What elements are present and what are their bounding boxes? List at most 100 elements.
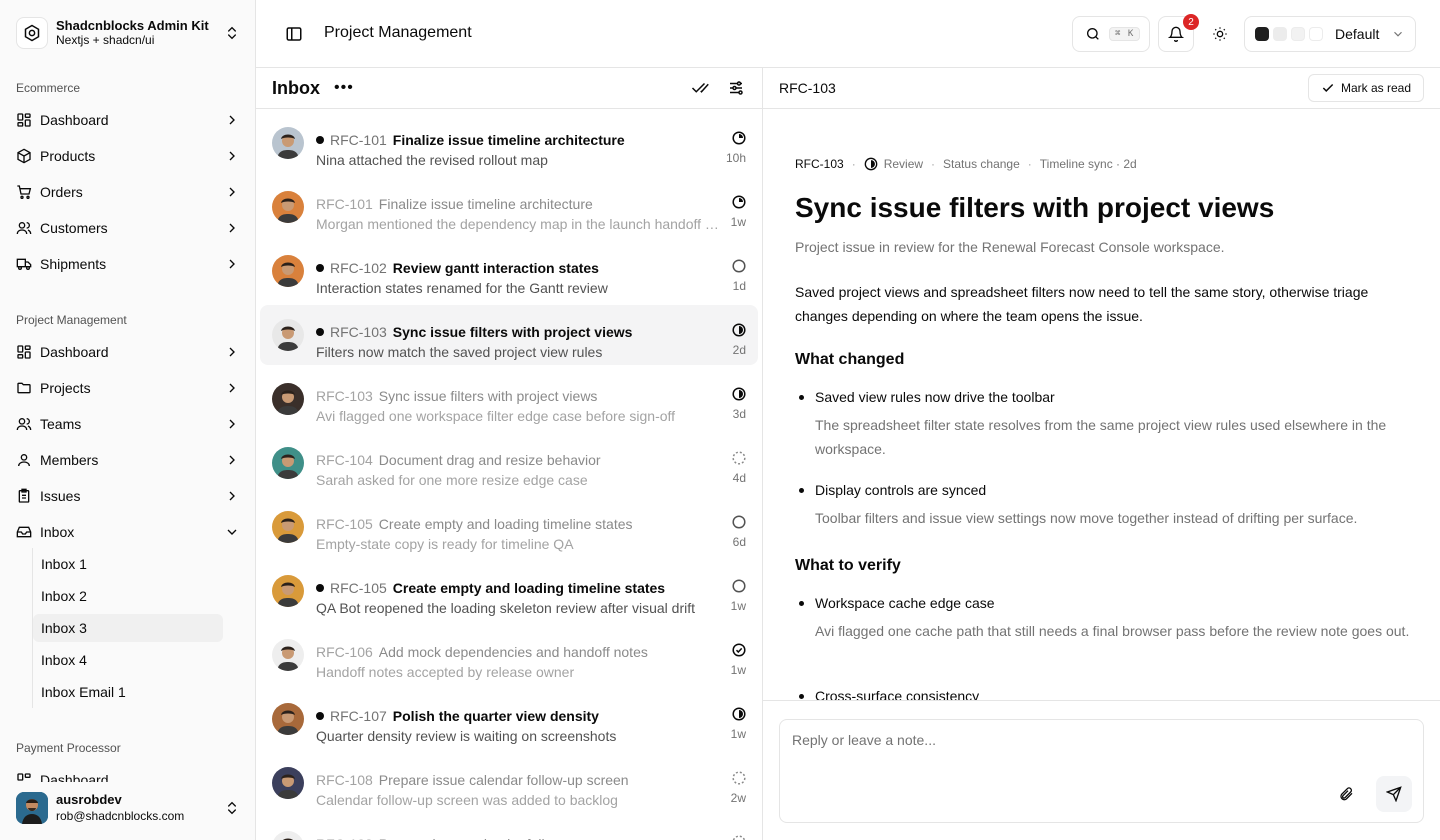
sidebar-item-issues[interactable]: Issues [8,480,248,512]
issue-title: Finalize issue timeline architecture [378,196,593,212]
list-item[interactable]: RFC-105 Create empty and loading timeline… [260,561,758,621]
chevron-down-icon [1394,31,1402,37]
preview-text: Calendar follow-up screen was added to b… [316,792,618,808]
theme-preset-select[interactable]: Default [1244,16,1416,52]
sidebar-subitem-inbox-2[interactable]: Inbox 2 [33,582,223,610]
issue-title: Add mock dependencies and handoff notes [378,644,648,660]
team-switcher[interactable]: Shadcnblocks Admin Kit Nextjs + shadcn/u… [8,8,248,58]
send-button[interactable] [1376,776,1412,812]
sidebar-item-label: Projects [40,380,91,396]
list-item-heading: RFC-106 Add mock dependencies and handoff… [316,644,726,660]
chevrons-up-down-icon [228,26,236,40]
review-status-icon [864,157,878,171]
list-item[interactable]: RFC-108 Prepare issue calendar follow-up … [260,753,758,813]
preview-text: Quarter density review is waiting on scr… [316,728,617,744]
chevron-down-icon [227,529,237,535]
avatar [272,767,304,799]
bullet-title: Display controls are synced [795,480,1410,500]
issue-id: RFC-101 [330,132,387,148]
sidebar-item-orders[interactable]: Orders [8,176,248,208]
timestamp: 1d [732,279,746,293]
notification-count-badge: 2 [1183,14,1199,30]
issue-id: RFC-107 [330,708,387,724]
sidebar-subitem-inbox-4[interactable]: Inbox 4 [33,646,223,674]
sidebar-item-products[interactable]: Products [8,140,248,172]
in-progress-icon [732,195,746,209]
sidebar: Shadcnblocks Admin Kit Nextjs + shadcn/u… [0,0,256,840]
list-item[interactable]: RFC-107 Polish the quarter view density Qu… [260,689,758,749]
theme-swatch [1291,27,1305,41]
avatar [272,447,304,479]
chevron-right-icon [229,115,235,125]
list-item[interactable]: RFC-105 Create empty and loading timeline… [260,497,758,557]
issue-title: Create empty and loading timeline states [392,580,666,596]
sidebar-item-members[interactable]: Members [8,444,248,476]
list-item[interactable]: RFC-102 Review gantt interaction states In… [260,241,758,301]
chevron-right-icon [229,455,235,465]
sidebar-item-ecommerce-dashboard[interactable]: Dashboard [8,104,248,136]
user-menu[interactable]: ausrobdev rob@shadcnblocks.com [8,782,248,834]
preview-text: Filters now match the saved project view… [316,344,603,360]
sidebar-item-inbox[interactable]: Inbox [8,516,248,548]
theme-toggle-button[interactable] [1202,16,1238,52]
inbox-list-pane: Inbox ••• RFC-101 Finalize issue timeline… [256,68,763,840]
backlog-icon [732,835,746,840]
sidebar-item-projects[interactable]: Projects [8,372,248,404]
team-logo-icon [16,17,48,49]
sidebar-item-teams[interactable]: Teams [8,408,248,440]
unread-dot-icon [316,328,324,336]
filter-settings-button[interactable] [726,78,746,98]
todo-icon [732,579,746,593]
timestamp: 4d [732,471,746,485]
list-item[interactable]: RFC-106 Add mock dependencies and handoff… [260,625,758,685]
list-item[interactable]: RFC-108 Prepare issue calendar follow-up … [260,817,758,840]
list-item[interactable]: RFC-103 Sync issue filters with project v… [260,369,758,429]
attach-button[interactable] [1334,782,1358,806]
issue-title: Document drag and resize behavior [378,452,601,468]
detail-issue-id: RFC-103 [779,80,836,96]
reply-input[interactable] [792,728,1392,752]
paperclip-icon [1340,787,1353,801]
notifications-button[interactable]: 2 [1158,14,1199,52]
chevron-right-icon [229,187,235,197]
more-options-icon[interactable]: ••• [334,80,354,96]
avatar [272,383,304,415]
search-shortcut: ⌘ K [1109,27,1141,41]
mark-as-read-button[interactable]: Mark as read [1307,74,1424,102]
search-button[interactable]: ⌘ K [1072,16,1150,52]
top-header: Project Management ⌘ K 2 Default [256,0,1440,68]
sidebar-subitem-inbox-1[interactable]: Inbox 1 [33,550,223,578]
chevron-right-icon [229,259,235,269]
sidebar-subitem-inbox-email-1[interactable]: Inbox Email 1 [33,678,223,706]
inbox-title: Inbox [272,77,320,98]
list-item[interactable]: RFC-104 Document drag and resize behavior… [260,433,758,493]
sidebar-subitem-inbox-3[interactable]: Inbox 3 [33,614,223,642]
todo-icon [732,515,746,529]
user-icon [16,452,32,468]
preview-text: Empty-state copy is ready for timeline Q… [316,536,574,552]
sidebar-item-customers[interactable]: Customers [8,212,248,244]
detail-header: RFC-103 Mark as read [763,68,1440,109]
list-item: Saved view rules now drive the toolbar T… [795,387,1410,461]
section-heading: What changed [795,351,905,368]
sidebar-toggle-button[interactable] [284,24,304,44]
timestamp: 1w [730,727,746,741]
issue-title: Sync issue filters with project views [378,388,598,404]
sidebar-item-shipments[interactable]: Shipments [8,248,248,280]
group-label-payment-processor: Payment Processor [16,741,121,755]
chevron-right-icon [229,151,235,161]
unread-dot-icon [316,264,324,272]
chevron-right-icon [229,491,235,501]
list-item[interactable]: RFC-103 Sync issue filters with project v… [260,305,758,365]
sidebar-item-pm-dashboard[interactable]: Dashboard [8,336,248,368]
chevrons-up-down-icon [228,801,236,815]
issue-body: Saved project views and spreadsheet filt… [795,284,1369,324]
list-item[interactable]: RFC-101 Finalize issue timeline architect… [260,177,758,237]
meta-issue-id: RFC-103 [795,157,844,171]
mark-all-read-button[interactable] [690,78,710,98]
user-name: ausrobdev [56,792,122,807]
issue-title: Sync issue filters with project views [795,192,1275,223]
issue-id: RFC-102 [330,260,387,276]
issue-title: Prepare issue calendar follow-up screen [379,836,629,840]
list-item[interactable]: RFC-101 Finalize issue timeline architect… [260,113,758,173]
